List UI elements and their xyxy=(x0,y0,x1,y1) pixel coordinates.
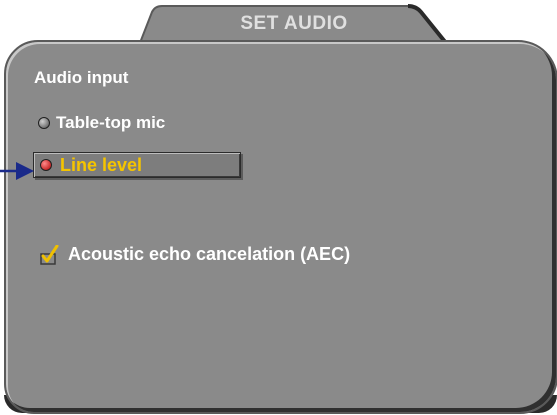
aec-checkbox[interactable]: Acoustic echo cancelation (AEC) xyxy=(40,244,350,265)
radio-on-icon xyxy=(40,159,52,171)
checkmark-icon xyxy=(40,244,59,265)
option-label: Table-top mic xyxy=(56,113,166,132)
settings-panel xyxy=(4,40,557,414)
option-label: Line level xyxy=(60,154,143,175)
option-line-level[interactable]: Line level xyxy=(33,152,241,178)
option-table-top-mic[interactable]: Table-top mic xyxy=(38,110,165,136)
radio-off-icon xyxy=(38,117,50,129)
aec-label: Acoustic echo cancelation (AEC) xyxy=(68,244,351,264)
window-title: SET AUDIO xyxy=(240,13,348,34)
audio-input-heading: Audio input xyxy=(34,68,129,87)
pointer-arrow-icon xyxy=(0,162,34,180)
